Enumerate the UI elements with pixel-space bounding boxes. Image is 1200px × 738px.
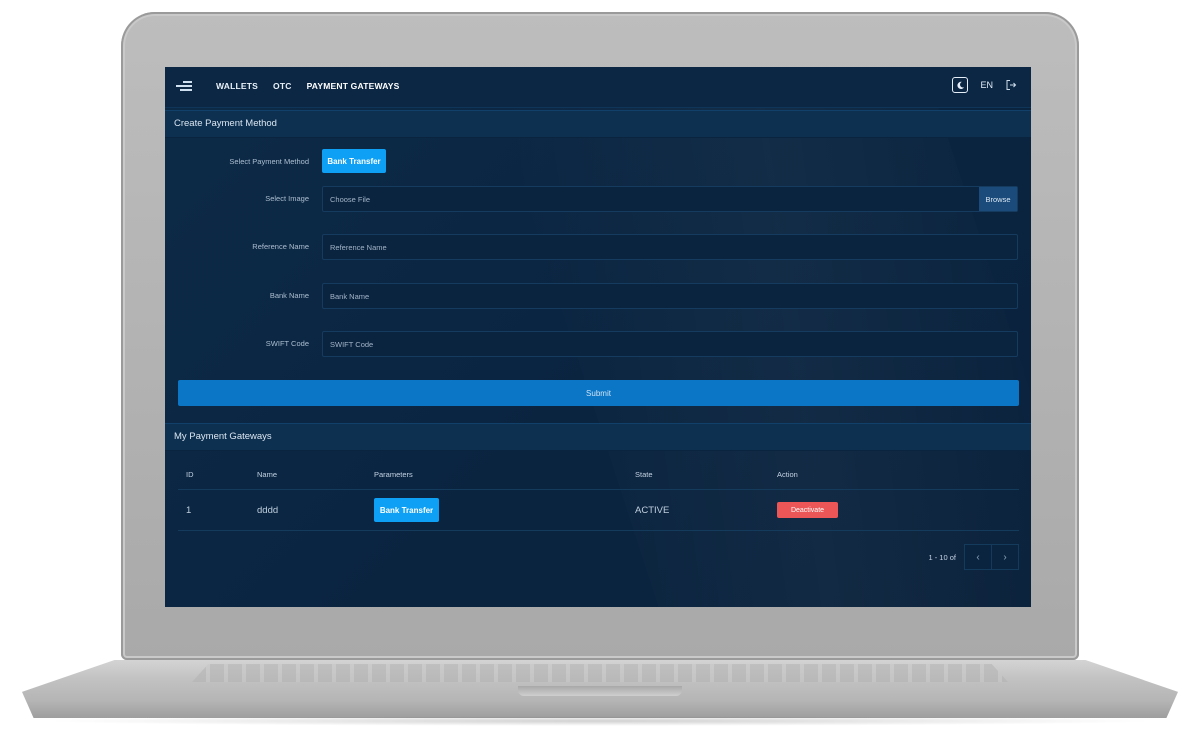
nav-otc[interactable]: OTC	[273, 81, 292, 91]
section-title: Create Payment Method	[174, 118, 277, 129]
pagination: 1 - 10 of ‹ ›	[928, 544, 1019, 570]
reference-name-label: Reference Name	[252, 242, 309, 251]
menu-icon[interactable]	[176, 79, 192, 93]
create-payment-method-header: Create Payment Method	[165, 110, 1031, 138]
reference-name-placeholder: Reference Name	[330, 243, 387, 252]
column-action: Action	[777, 470, 798, 479]
nav-payment-gateways[interactable]: PAYMENT GATEWAYS	[307, 81, 400, 91]
row-name: dddd	[257, 505, 279, 516]
bank-name-label: Bank Name	[269, 291, 309, 300]
swift-code-input[interactable]: SWIFT Code	[322, 331, 1018, 357]
nav-wallets[interactable]: WALLETS	[216, 81, 258, 91]
bank-name-placeholder: Bank Name	[330, 292, 370, 301]
app-screen: WALLETS OTC PAYMENT GATEWAYS EN Create P…	[165, 67, 1031, 607]
top-right-controls: EN	[952, 77, 1017, 93]
column-name: Name	[257, 470, 278, 479]
table-divider	[178, 530, 1019, 531]
section-title: My Payment Gateways	[174, 431, 272, 442]
swift-code-row: SWIFT Code SWIFT Code	[165, 331, 1031, 357]
bank-transfer-button[interactable]: Bank Transfer	[322, 149, 386, 173]
image-label: Select Image	[265, 194, 309, 203]
payment-method-label: Select Payment Method	[229, 157, 309, 166]
table-row: 1 dddd Bank Transfer ACTIVE Deactivate	[165, 490, 1031, 530]
browse-button[interactable]: Browse	[979, 187, 1017, 211]
column-parameters: Parameters	[374, 470, 413, 479]
column-state: State	[635, 470, 653, 479]
reference-name-input[interactable]: Reference Name	[322, 234, 1018, 260]
column-id: ID	[186, 470, 194, 479]
laptop-base	[22, 660, 1178, 718]
file-input-placeholder: Choose File	[330, 195, 371, 204]
keyboard-edge	[192, 664, 1008, 682]
prev-page-button[interactable]: ‹	[964, 544, 992, 570]
laptop-notch	[518, 686, 682, 696]
row-state: ACTIVE	[635, 505, 670, 516]
bank-name-row: Bank Name Bank Name	[165, 283, 1031, 309]
file-input[interactable]: Choose File Browse	[322, 186, 1018, 212]
parameter-badge[interactable]: Bank Transfer	[374, 498, 439, 522]
swift-code-label: SWIFT Code	[265, 339, 309, 348]
language-selector[interactable]: EN	[980, 80, 993, 90]
deactivate-button[interactable]: Deactivate	[777, 502, 838, 518]
laptop-shadow	[40, 716, 1160, 726]
pagination-info: 1 - 10 of	[928, 552, 956, 562]
bank-name-input[interactable]: Bank Name	[322, 283, 1018, 309]
moon-icon[interactable]	[952, 77, 969, 93]
reference-name-row: Reference Name Reference Name	[165, 234, 1031, 260]
image-row: Select Image Choose File Browse	[165, 186, 1031, 212]
payment-method-row: Select Payment Method Bank Transfer	[165, 149, 1031, 175]
main-nav: WALLETS OTC PAYMENT GATEWAYS	[216, 81, 400, 91]
row-id: 1	[186, 505, 192, 516]
table-header: ID Name Parameters State Action	[165, 470, 1031, 488]
next-page-button[interactable]: ›	[992, 544, 1019, 570]
top-navbar: WALLETS OTC PAYMENT GATEWAYS EN	[165, 67, 1031, 108]
my-payment-gateways-header: My Payment Gateways	[165, 423, 1031, 451]
submit-button[interactable]: Submit	[178, 380, 1019, 406]
swift-code-placeholder: SWIFT Code	[330, 340, 374, 349]
logout-icon[interactable]	[1005, 79, 1017, 91]
